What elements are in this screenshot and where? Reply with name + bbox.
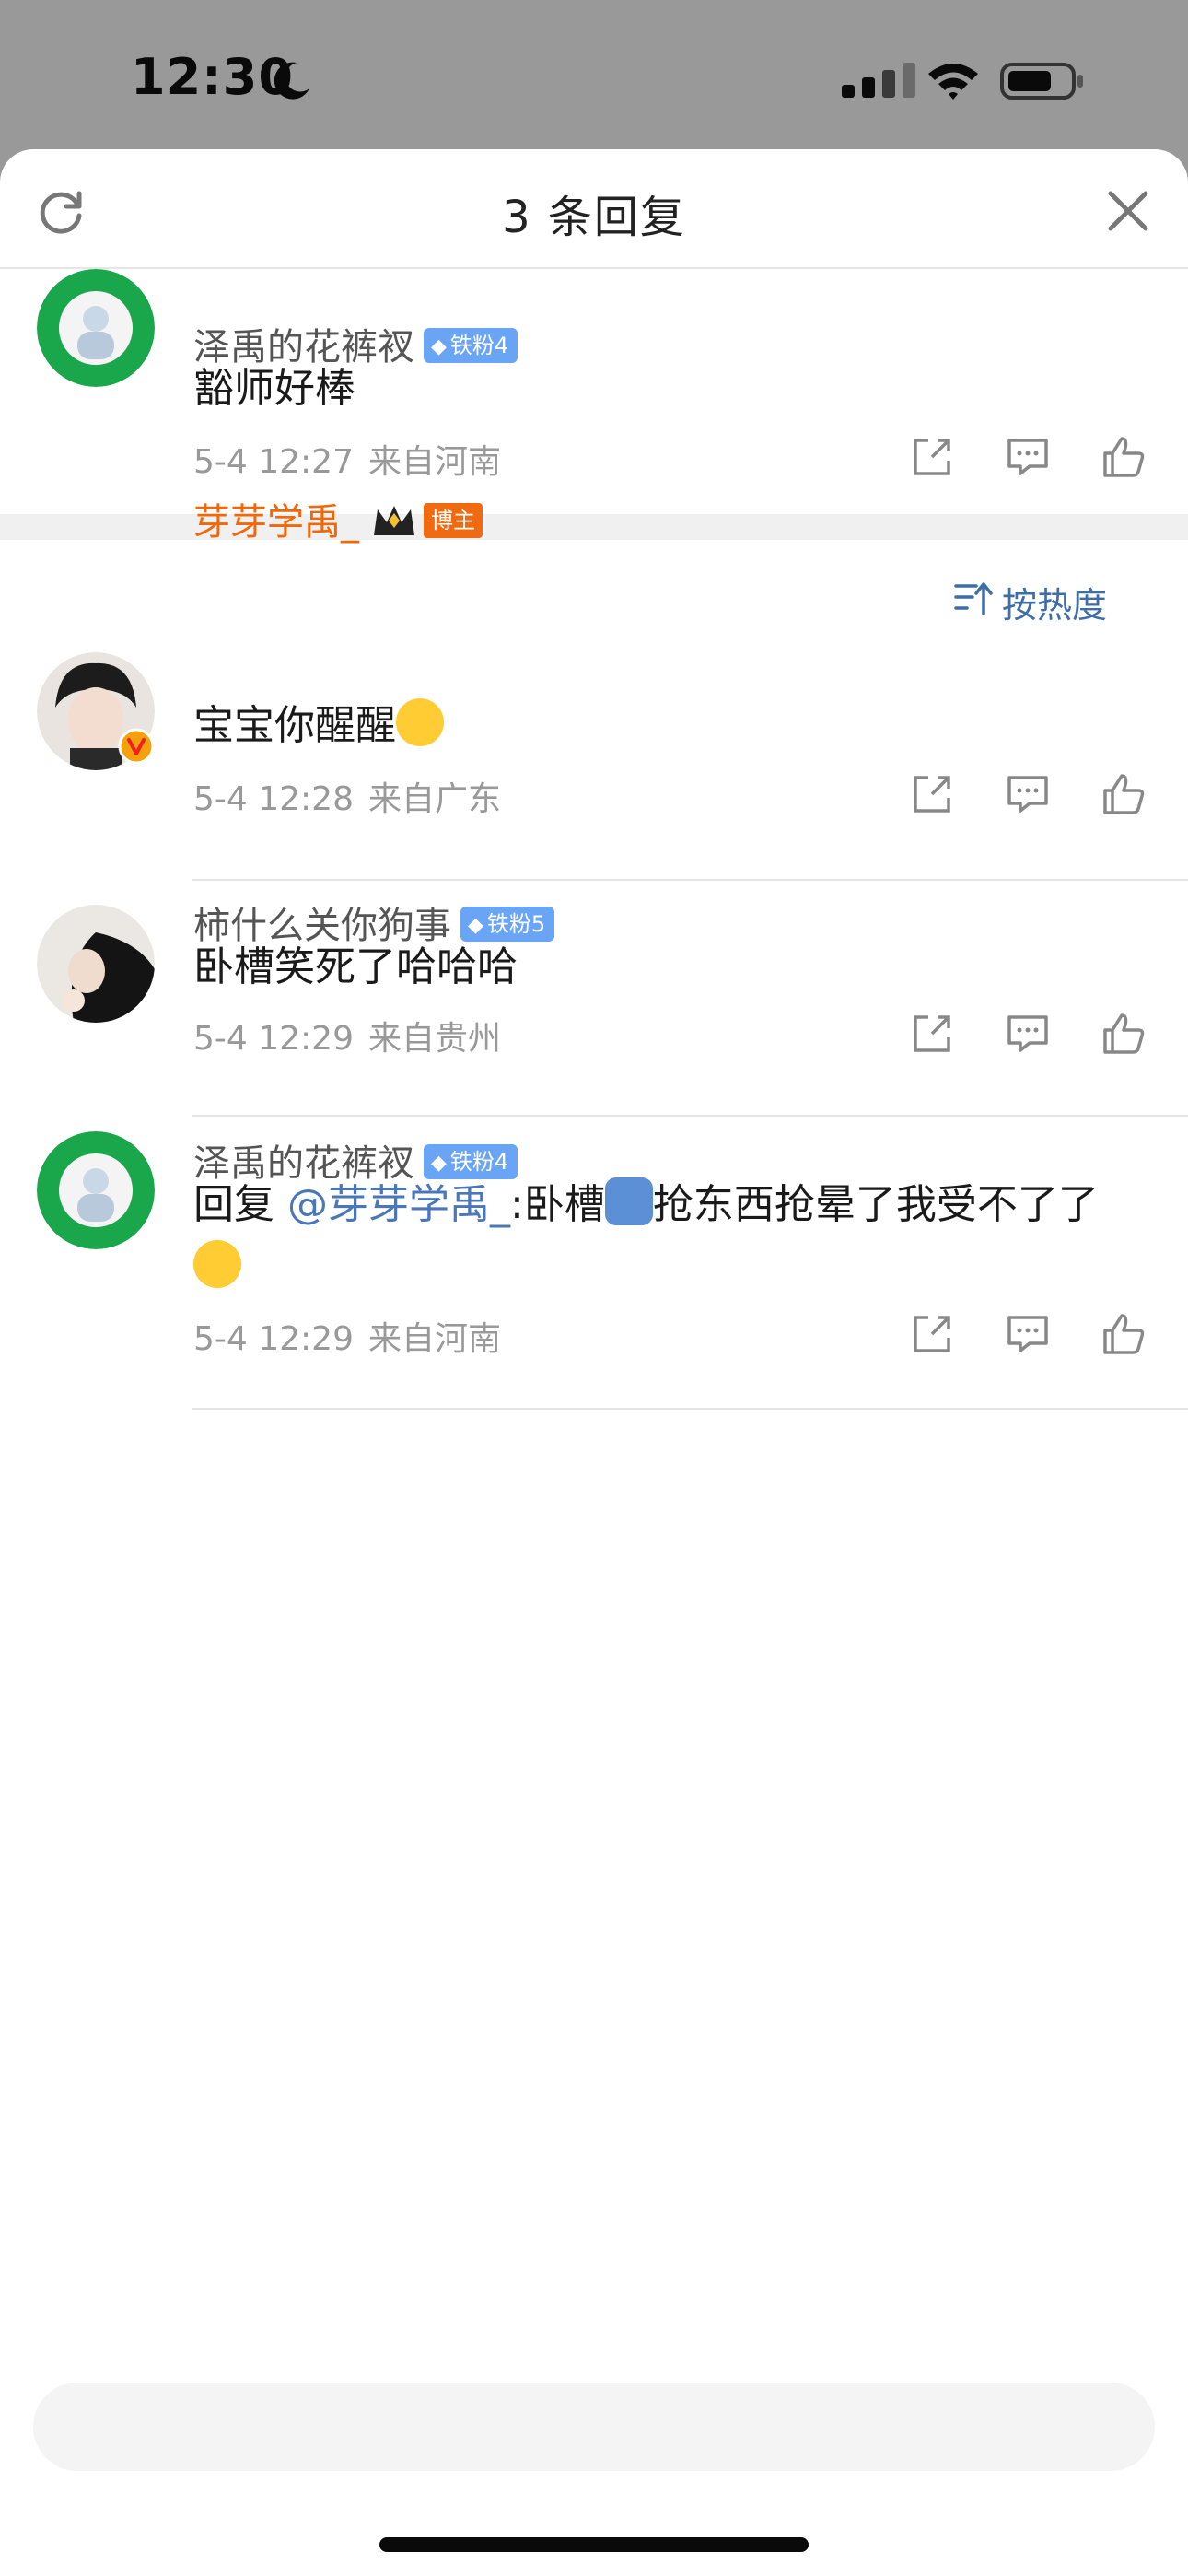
wifi-icon <box>928 64 978 100</box>
comment-text: 豁师好棒 <box>193 365 355 412</box>
moon-icon <box>274 62 309 100</box>
comment-icon[interactable] <box>1004 1310 1052 1358</box>
comment-icon[interactable] <box>1004 433 1052 481</box>
host-badge: 博主 <box>424 503 483 538</box>
comment-meta: 5-4 12:29 来自河南 <box>193 1320 502 1358</box>
laughing-crying-emoji-icon <box>193 1240 241 1288</box>
cellular-signal-icon <box>842 63 915 98</box>
avatar[interactable] <box>37 905 155 1023</box>
divider <box>192 879 1188 881</box>
comment-meta: 5-4 12:29 来自贵州 <box>193 1020 502 1058</box>
reply-item: 泽禹的花裤衩 ◆ 铁粉4 回复 @芽芽学禹_:卧槽 抢东西抢晕了我受不了了 5-4 1… <box>0 1131 1188 1417</box>
mention-link[interactable]: @芽芽学禹_ <box>287 1181 510 1228</box>
divider <box>192 1408 1188 1410</box>
avatar[interactable] <box>37 269 155 387</box>
comment-actions <box>908 1010 1147 1058</box>
battery-icon <box>1000 63 1083 100</box>
sleeping-figure-emoji-icon <box>604 1177 653 1225</box>
share-icon[interactable] <box>908 1310 956 1358</box>
sheet-header: 3 条回复 <box>0 149 1188 269</box>
reply-item: 柿什么关你狗事 ◆ 铁粉5 卧槽笑死了哈哈哈 5-4 12:29 来自贵州 <box>0 894 1188 1117</box>
status-bar: 12:30 <box>0 0 1188 149</box>
like-icon[interactable] <box>1100 770 1147 818</box>
close-icon[interactable] <box>1103 186 1153 236</box>
comment-actions <box>908 770 1147 818</box>
comment-text: 卧槽笑死了哈哈哈 <box>193 943 518 990</box>
page-title: 3 条回复 <box>502 192 686 243</box>
reply-input[interactable] <box>33 2383 1155 2471</box>
crown-icon <box>374 506 414 535</box>
divider <box>192 1115 1188 1117</box>
share-icon[interactable] <box>908 433 956 481</box>
comment-icon[interactable] <box>1004 770 1052 818</box>
comment-icon[interactable] <box>1004 1010 1052 1058</box>
like-icon[interactable] <box>1100 433 1147 481</box>
comment-text: 回复 @芽芽学禹_:卧槽 抢东西抢晕了我受不了了 <box>193 1174 1151 1299</box>
comment-meta: 5-4 12:27 来自河南 <box>193 443 502 481</box>
comment-actions <box>908 1310 1147 1358</box>
sort-icon <box>954 582 993 615</box>
comment-actions <box>908 433 1147 481</box>
laughing-crying-emoji-icon <box>396 698 444 746</box>
like-icon[interactable] <box>1100 1310 1147 1358</box>
username[interactable]: 芽芽学禹_ 博主 <box>193 492 483 545</box>
share-icon[interactable] <box>908 770 956 818</box>
reply-item: 芽芽学禹_ 博主 宝宝你醒醒 5-4 12:28 来自广东 <box>0 501 1188 881</box>
verified-icon <box>118 728 155 765</box>
home-indicator[interactable] <box>379 2537 809 2552</box>
share-icon[interactable] <box>908 1010 956 1058</box>
replies-sheet: 3 条回复 泽禹的花裤衩 ◆ 铁粉4 豁师好棒 5-4 12:27 来自河南 按… <box>0 149 1188 2576</box>
comment-meta: 5-4 12:28 来自广东 <box>193 780 502 818</box>
root-comment: 泽禹的花裤衩 ◆ 铁粉4 豁师好棒 5-4 12:27 来自河南 <box>0 269 1188 514</box>
sort-button[interactable]: 按热度 <box>954 577 1107 627</box>
like-icon[interactable] <box>1100 1010 1147 1058</box>
comment-text: 宝宝你醒醒 <box>193 695 1151 757</box>
section-divider <box>0 514 1188 540</box>
avatar[interactable] <box>37 1131 155 1249</box>
